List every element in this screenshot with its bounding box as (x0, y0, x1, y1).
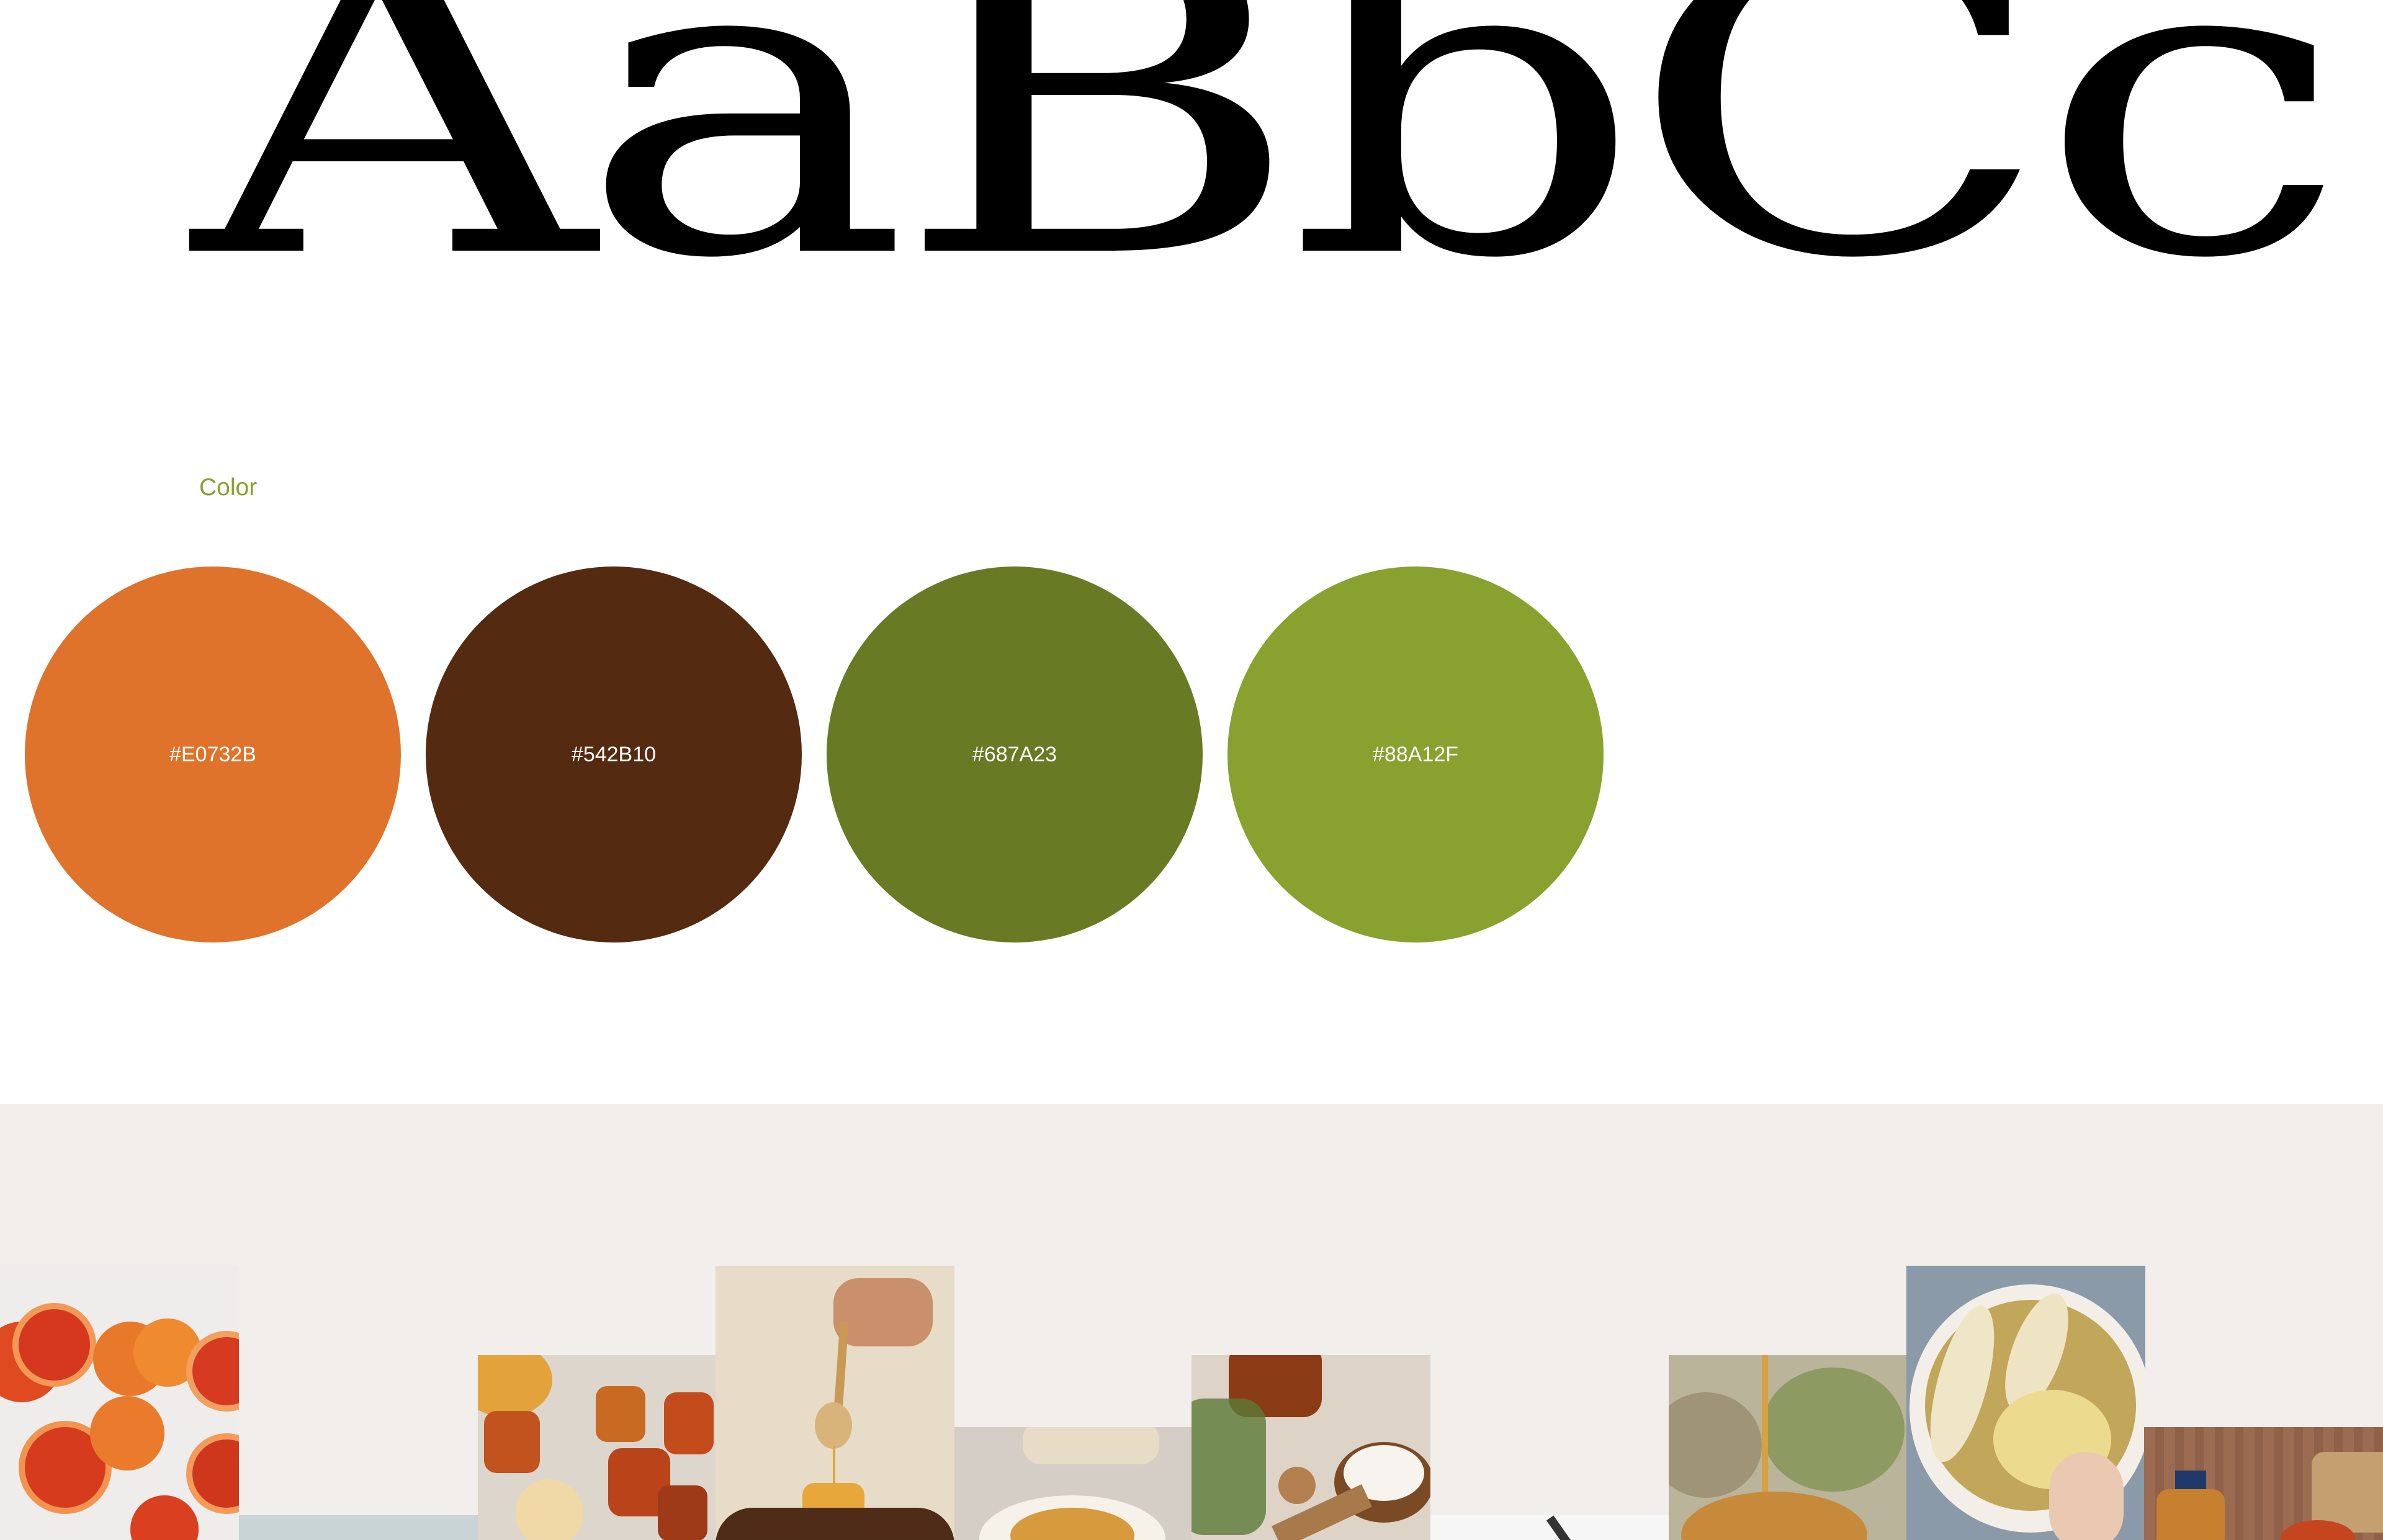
honey-dipper-photo (1669, 1355, 1908, 1540)
blood-orange-slices-photo (0, 1266, 239, 1540)
honey-jars-photo (478, 1355, 717, 1540)
swatch-orange: #E0732B (25, 566, 401, 942)
photo-gallery (0, 1104, 2383, 1540)
syrup-bottle-photo (2144, 1427, 2383, 1540)
swatch-brown: #542B10 (426, 566, 802, 942)
swatch-hex: #88A12F (1373, 742, 1458, 766)
whisk-photo (1430, 1515, 1669, 1540)
honey-spoon-photo (716, 1266, 954, 1540)
swatch-hex: #542B10 (571, 742, 657, 766)
syrup-coconut-photo (1192, 1355, 1430, 1540)
color-section-label: Color (199, 474, 258, 501)
toast-bowl-photo (954, 1427, 1193, 1540)
pale-bowl-photo (239, 1515, 478, 1540)
type-specimen: AaBbCc (192, 0, 2349, 351)
swatch-hex: #687A23 (972, 742, 1057, 766)
swatch-olive: #687A23 (827, 566, 1203, 942)
swatch-hex: #E0732B (169, 742, 256, 766)
banana-mash-photo (1906, 1266, 2145, 1540)
swatch-green: #88A12F (1227, 566, 1604, 942)
